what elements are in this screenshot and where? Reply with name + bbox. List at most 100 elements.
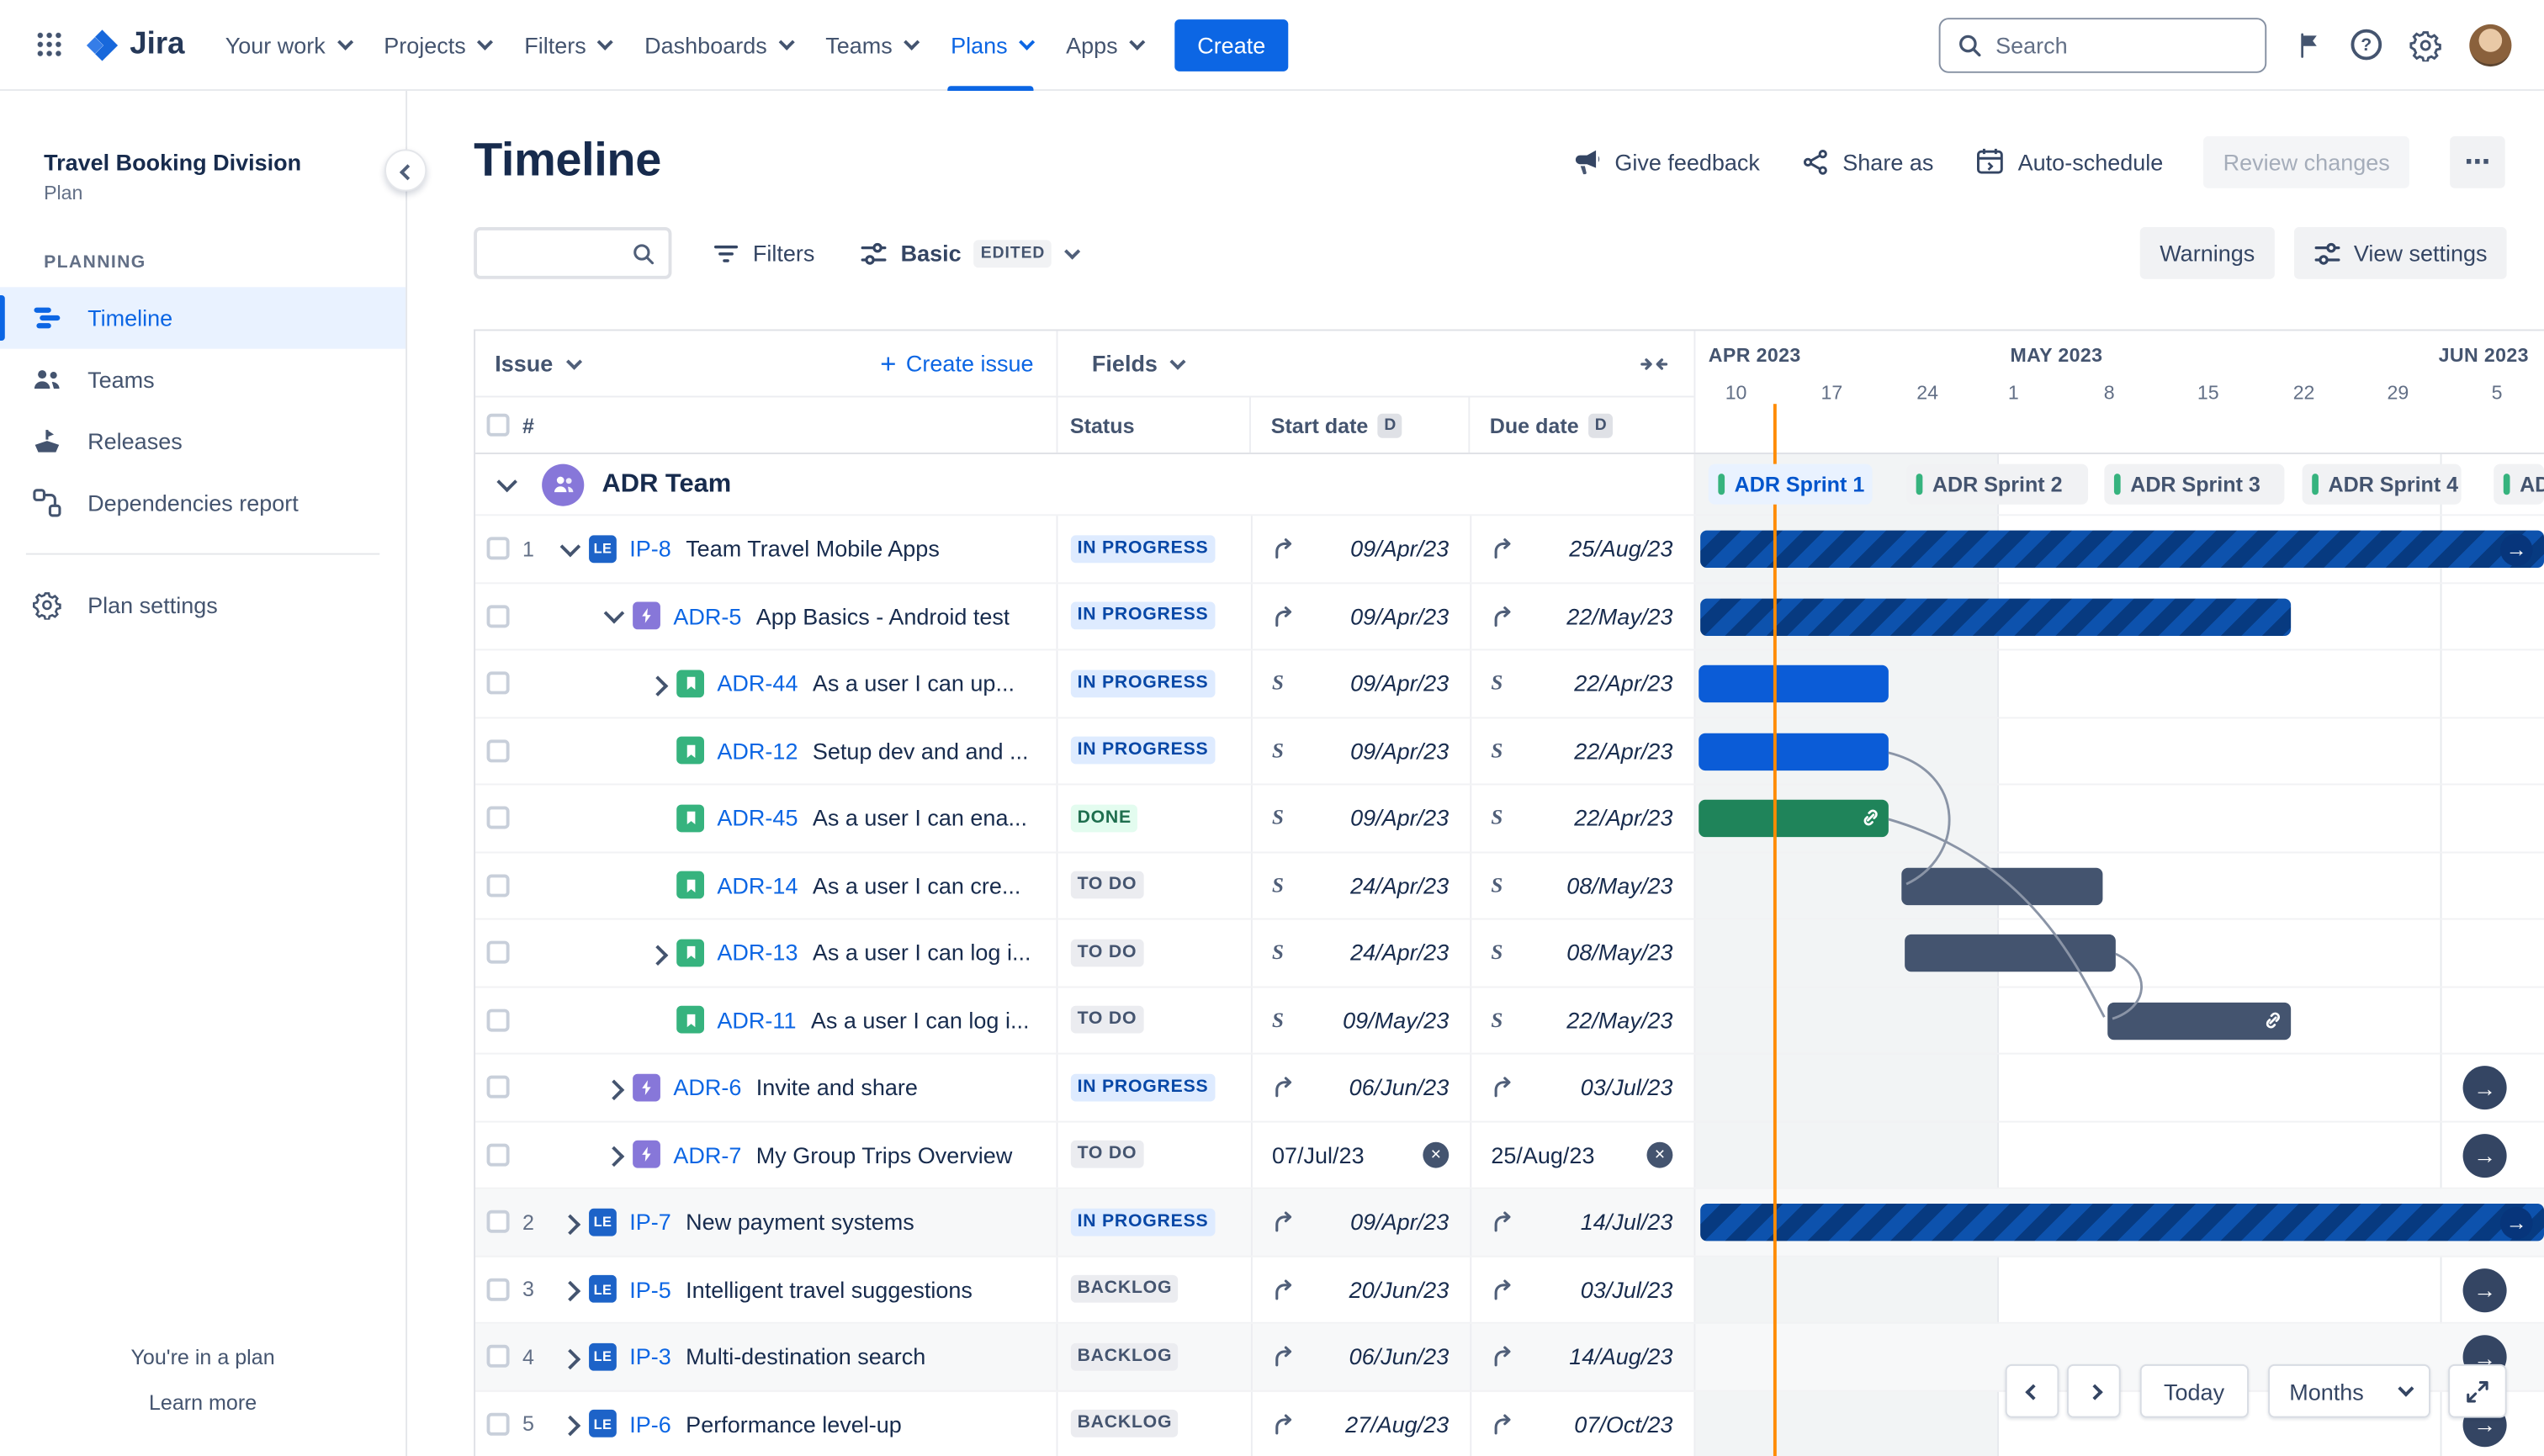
sprint-chip[interactable]: ADR Sprint 4 xyxy=(2302,463,2462,505)
row-checkbox[interactable] xyxy=(486,1345,510,1369)
user-avatar[interactable] xyxy=(2469,23,2512,66)
start-date-cell[interactable]: S 09/Apr/23 xyxy=(1253,650,1472,717)
expand-row-icon[interactable] xyxy=(555,1276,586,1302)
status-lozenge[interactable]: TO DO xyxy=(1070,1141,1143,1169)
more-actions-button[interactable]: ⋯ xyxy=(2450,135,2505,188)
issue-key-link[interactable]: IP-5 xyxy=(629,1276,671,1302)
nav-item-plans[interactable]: Plans xyxy=(933,0,1048,91)
issue-column-header[interactable]: Issue xyxy=(495,351,582,376)
today-button[interactable]: Today xyxy=(2139,1363,2249,1418)
issue-key-link[interactable]: ADR-44 xyxy=(717,670,798,696)
timeline-cell[interactable]: → xyxy=(1695,1055,2544,1120)
issue-row-ADR-6[interactable]: ADR-6 Invite and share IN PROGRESS 06/Ju… xyxy=(475,1054,2544,1122)
issue-key-link[interactable]: IP-6 xyxy=(629,1411,671,1437)
status-lozenge[interactable]: IN PROGRESS xyxy=(1070,534,1216,563)
issue-row-ADR-13[interactable]: ADR-13 As a user I can log i... TO DO S2… xyxy=(475,919,2544,987)
view-mode-button[interactable]: Basic EDITED xyxy=(844,227,1092,279)
timeline-search-input[interactable] xyxy=(490,240,632,267)
issue-key-link[interactable]: ADR-11 xyxy=(717,1007,796,1033)
expand-row-icon[interactable] xyxy=(599,1074,630,1100)
status-lozenge[interactable]: TO DO xyxy=(1070,1006,1143,1034)
start-date-cell[interactable]: 27/Aug/23 xyxy=(1253,1390,1472,1456)
gantt-bar[interactable] xyxy=(1905,934,2116,972)
status-lozenge[interactable]: DONE xyxy=(1070,804,1138,832)
settings-gear-icon[interactable] xyxy=(2409,29,2442,61)
sidebar-item-plan-settings[interactable]: Plan settings xyxy=(0,574,405,636)
share-as-button[interactable]: Share as xyxy=(1800,147,1933,177)
flag-icon[interactable] xyxy=(2294,30,2324,60)
timeline-cell[interactable] xyxy=(1695,583,2544,649)
nav-item-dashboards[interactable]: Dashboards xyxy=(627,0,808,90)
gantt-bar[interactable] xyxy=(1700,597,2292,636)
start-date-cell[interactable]: S 24/Apr/23 xyxy=(1253,919,1472,986)
app-switcher-button[interactable] xyxy=(23,19,75,71)
gantt-bar[interactable] xyxy=(1699,732,1889,770)
help-icon[interactable]: ? xyxy=(2351,29,2382,61)
start-date-cell[interactable]: 06/Jun/23 xyxy=(1253,1054,1472,1120)
start-date-cell[interactable]: S 09/Apr/23 xyxy=(1253,785,1472,851)
issue-key-link[interactable]: ADR-6 xyxy=(673,1074,741,1100)
gantt-bar[interactable] xyxy=(1699,664,1889,703)
scroll-to-bar-button[interactable]: → xyxy=(2462,1066,2507,1110)
row-checkbox[interactable] xyxy=(486,1143,510,1167)
row-checkbox[interactable] xyxy=(486,537,510,560)
sprint-chip[interactable]: ADR Sprint 2 xyxy=(1906,463,2089,505)
timeline-cell[interactable] xyxy=(1695,717,2544,783)
expand-row-icon[interactable] xyxy=(643,670,674,696)
start-date-cell[interactable]: 09/Apr/23 xyxy=(1253,1189,1472,1255)
status-lozenge[interactable]: IN PROGRESS xyxy=(1070,670,1216,697)
issue-key-link[interactable]: ADR-45 xyxy=(717,805,798,831)
start-date-cell[interactable]: S 09/Apr/23 xyxy=(1253,717,1472,784)
issue-key-link[interactable]: ADR-12 xyxy=(717,738,798,764)
nav-item-filters[interactable]: Filters xyxy=(506,0,627,90)
status-lozenge[interactable]: IN PROGRESS xyxy=(1070,737,1216,765)
status-lozenge[interactable]: IN PROGRESS xyxy=(1070,601,1216,630)
timeline-cell[interactable]: → xyxy=(1695,1257,2544,1322)
start-date-cell[interactable]: 07/Jul/23 × xyxy=(1253,1121,1472,1188)
timeline-prev-button[interactable] xyxy=(2005,1363,2059,1418)
fullscreen-button[interactable] xyxy=(2448,1363,2507,1418)
due-date-cell[interactable]: S 22/Apr/23 xyxy=(1471,785,1696,851)
due-date-cell[interactable]: S 22/Apr/23 xyxy=(1471,717,1696,784)
issue-row-ADR-44[interactable]: ADR-44 As a user I can up... IN PROGRESS… xyxy=(475,650,2544,718)
issue-key-link[interactable]: IP-8 xyxy=(629,536,671,562)
start-date-cell[interactable]: 06/Jun/23 xyxy=(1253,1323,1472,1390)
warnings-button[interactable]: Warnings xyxy=(2140,226,2275,279)
jira-logo[interactable]: Jira xyxy=(75,27,208,62)
status-lozenge[interactable]: IN PROGRESS xyxy=(1070,1208,1216,1236)
status-lozenge[interactable]: TO DO xyxy=(1070,871,1143,899)
status-lozenge[interactable]: TO DO xyxy=(1070,939,1143,966)
row-checkbox[interactable] xyxy=(486,1210,510,1234)
expand-row-icon[interactable] xyxy=(555,1209,586,1235)
auto-schedule-button[interactable]: Auto-schedule xyxy=(1974,146,2163,177)
timeline-cell[interactable] xyxy=(1695,650,2544,716)
gantt-bar[interactable]: → xyxy=(1700,530,2544,568)
issue-row-ADR-45[interactable]: ADR-45 As a user I can ena... DONE S 09/A… xyxy=(475,785,2544,853)
due-date-cell[interactable]: 14/Aug/23 xyxy=(1471,1323,1696,1390)
due-date-cell[interactable]: 03/Jul/23 xyxy=(1471,1054,1696,1120)
start-date-cell[interactable]: S 24/Apr/23 xyxy=(1253,852,1472,919)
due-date-cell[interactable]: 25/Aug/23 × xyxy=(1471,1121,1696,1188)
start-date-cell[interactable]: 20/Jun/23 xyxy=(1253,1256,1472,1322)
due-date-cell[interactable]: 22/May/23 xyxy=(1471,583,1696,649)
create-issue-button[interactable]: + Create issue xyxy=(880,350,1033,378)
timeline-cell[interactable] xyxy=(1695,919,2544,985)
due-date-cell[interactable]: 25/Aug/23 xyxy=(1471,516,1696,582)
sidebar-collapse-button[interactable] xyxy=(384,149,427,192)
status-lozenge[interactable]: BACKLOG xyxy=(1070,1410,1179,1438)
collapse-row-icon[interactable] xyxy=(599,603,630,629)
gantt-bar[interactable]: → xyxy=(1700,1203,2544,1242)
issue-row-ADR-7[interactable]: ADR-7 My Group Trips Overview TO DO 07/J… xyxy=(475,1121,2544,1189)
sidebar-item-releases[interactable]: Releases xyxy=(0,410,405,472)
due-date-cell[interactable]: 03/Jul/23 xyxy=(1471,1256,1696,1322)
row-checkbox[interactable] xyxy=(486,1412,510,1436)
collapse-team-icon[interactable] xyxy=(491,471,522,497)
start-date-cell[interactable]: 09/Apr/23 xyxy=(1253,516,1472,582)
issue-key-link[interactable]: ADR-14 xyxy=(717,872,798,898)
issue-row-ADR-12[interactable]: ADR-12 Setup dev and and ... IN PROGRESS… xyxy=(475,717,2544,786)
issue-key-link[interactable]: ADR-5 xyxy=(673,603,741,629)
status-lozenge[interactable]: BACKLOG xyxy=(1070,1275,1179,1304)
issue-row-ADR-14[interactable]: ADR-14 As a user I can cre... TO DO S 24/… xyxy=(475,852,2544,920)
nav-item-your-work[interactable]: Your work xyxy=(207,0,366,90)
timeline-cell[interactable]: → xyxy=(1695,516,2544,581)
